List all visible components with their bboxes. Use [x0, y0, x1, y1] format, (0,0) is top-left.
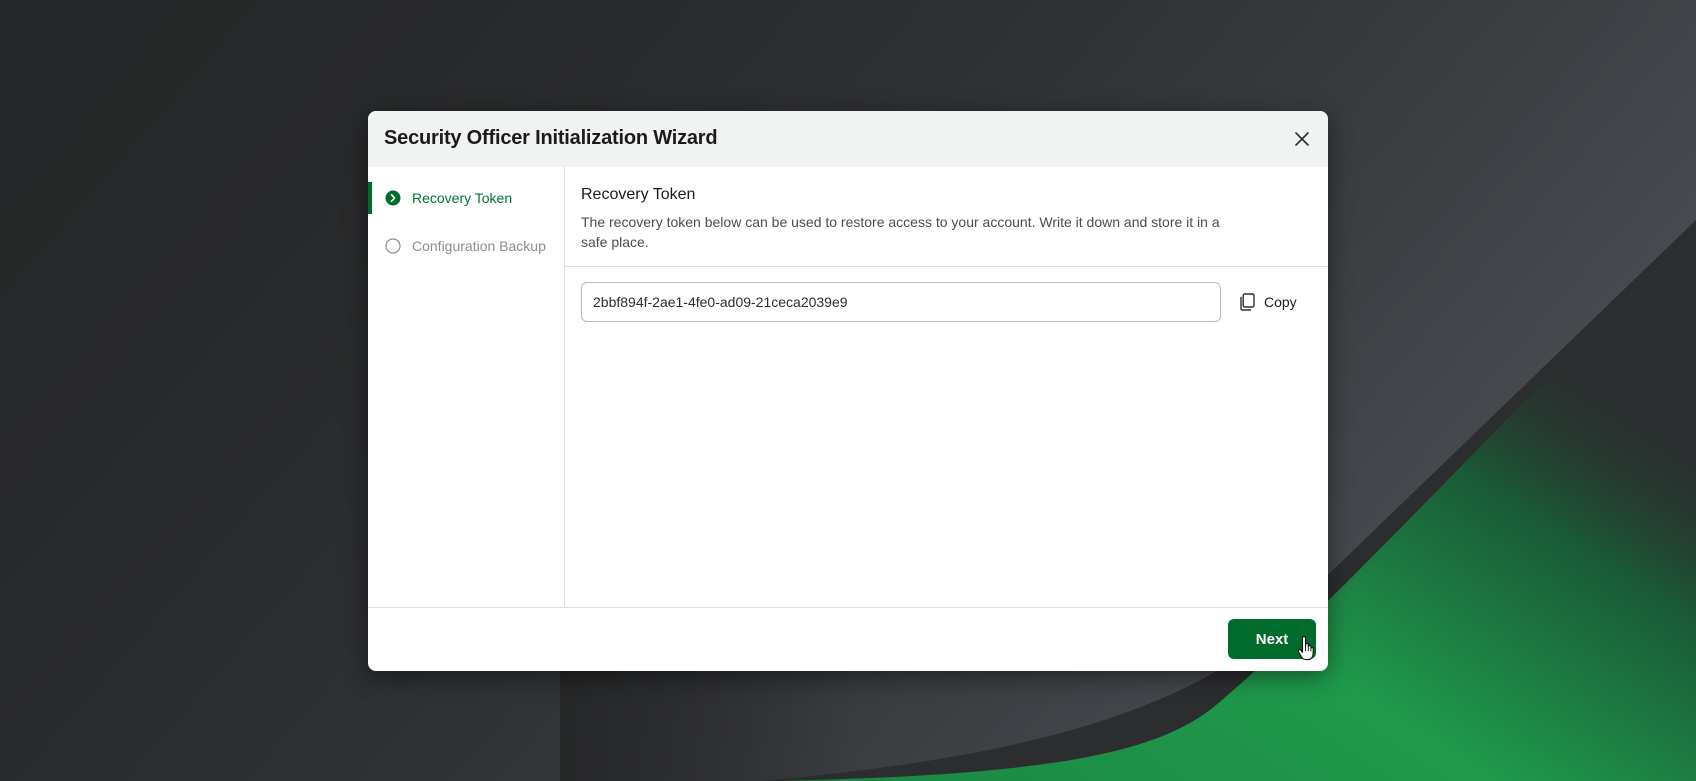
- close-icon: [1295, 132, 1309, 146]
- step-label: Configuration Backup: [412, 238, 546, 254]
- dialog-footer: Next: [368, 607, 1328, 671]
- empty-circle-icon: [385, 238, 401, 254]
- content-title: Recovery Token: [581, 186, 696, 203]
- recovery-token-field[interactable]: [581, 282, 1221, 322]
- content-description: The recovery token below can be used to …: [581, 214, 1220, 250]
- copy-label: Copy: [1264, 294, 1297, 310]
- dialog-header: Security Officer Initialization Wizard: [368, 111, 1328, 167]
- copy-icon: [1240, 293, 1255, 311]
- step-content: Recovery Token The recovery token below …: [565, 167, 1328, 607]
- wizard-steps-sidebar: Recovery Token Configuration Backup: [368, 167, 565, 607]
- chevron-right-circle-icon: [385, 190, 401, 206]
- dialog-title: Security Officer Initialization Wizard: [384, 127, 718, 149]
- step-label: Recovery Token: [412, 190, 513, 206]
- next-button[interactable]: Next: [1228, 619, 1316, 659]
- step-recovery-token[interactable]: Recovery Token: [368, 182, 564, 214]
- copy-button[interactable]: Copy: [1239, 286, 1297, 318]
- step-configuration-backup[interactable]: Configuration Backup: [368, 230, 564, 262]
- close-button[interactable]: [1290, 127, 1314, 151]
- wizard-dialog: Security Officer Initialization Wizard R…: [368, 111, 1328, 671]
- content-divider: [565, 266, 1328, 267]
